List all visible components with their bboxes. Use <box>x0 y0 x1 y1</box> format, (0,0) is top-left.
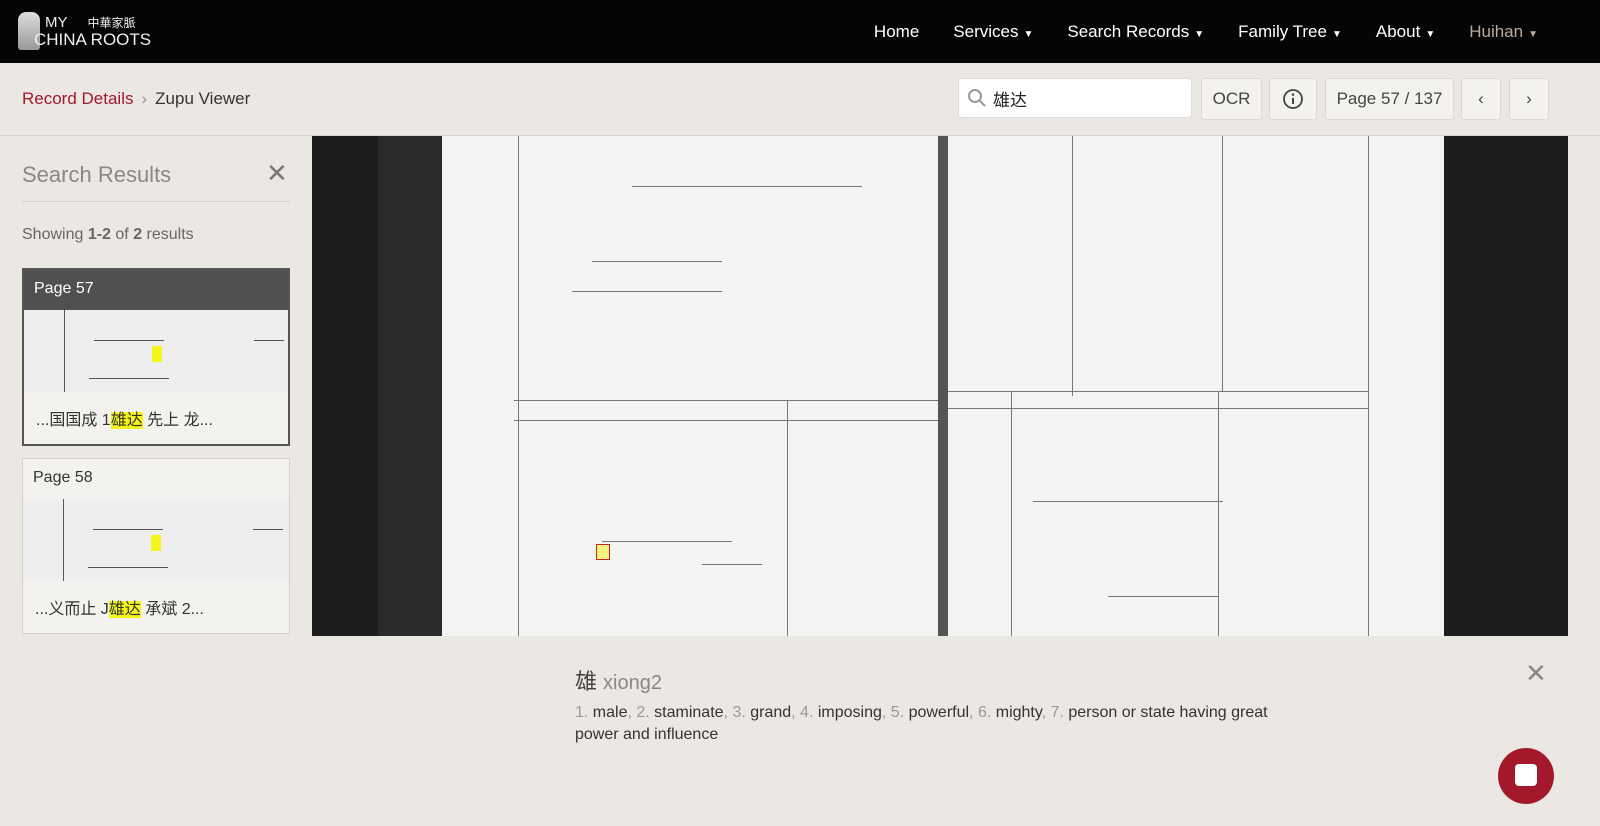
scan-page-left <box>442 136 938 636</box>
chevron-left-icon: ‹ <box>1478 89 1484 108</box>
nav-item[interactable]: Home <box>874 22 919 42</box>
breadcrumb-record-details[interactable]: Record Details <box>22 89 134 108</box>
panel-title: Search Results <box>22 162 172 187</box>
result-page-label: Page 58 <box>33 469 93 486</box>
info-circle-icon <box>1283 89 1303 109</box>
caret-down-icon: ▼ <box>1023 28 1034 40</box>
info-button[interactable] <box>1269 78 1317 120</box>
zupu-page-viewer[interactable] <box>312 136 1568 636</box>
chat-icon <box>1515 764 1537 786</box>
toolbar: Record Details › Zupu Viewer 雄达 OCR Page 5… <box>0 63 1600 136</box>
meaning-item: 4. imposing, <box>800 704 891 721</box>
result-snippet: ...国国成 1雄达 先上 龙... <box>36 412 213 429</box>
scan-edge <box>378 136 442 636</box>
logo-text-zh: 中華家脈 <box>87 16 136 30</box>
chat-button[interactable] <box>1498 748 1554 804</box>
page-indicator[interactable]: Page 57 / 137 <box>1325 78 1454 120</box>
search-icon <box>968 89 986 107</box>
close-panel-icon[interactable]: ✕ <box>266 158 288 189</box>
search-value: 雄达 <box>993 90 1027 110</box>
search-result-card[interactable]: Page 58 ...义而止 J雄达 承斌 2... <box>22 458 290 634</box>
search-match-highlight[interactable] <box>596 544 610 560</box>
meaning-item: 5. powerful, <box>890 704 978 721</box>
nav-item[interactable]: Huihan ▼ <box>1469 22 1538 42</box>
nav-item[interactable]: Search Records ▼ <box>1067 22 1204 42</box>
caret-down-icon: ▼ <box>1331 28 1342 40</box>
logo-text-2: CHINA ROOTS <box>34 30 152 49</box>
prev-page-button[interactable]: ‹ <box>1461 78 1501 120</box>
pinyin: xiong2 <box>603 672 662 694</box>
next-page-button[interactable]: › <box>1509 78 1549 120</box>
nav-item[interactable]: Services ▼ <box>953 22 1033 42</box>
result-thumbnail <box>24 310 288 392</box>
caret-down-icon: ▼ <box>1194 28 1205 40</box>
result-snippet: ...义而止 J雄达 承斌 2... <box>35 601 204 618</box>
caret-down-icon: ▼ <box>1528 28 1538 40</box>
definition-meanings: 1. male, 2. staminate, 3. grand, 4. impo… <box>575 702 1295 746</box>
results-count: Showing 1-2 of 2 results <box>22 226 194 243</box>
meaning-item: 1. male, <box>575 704 637 721</box>
breadcrumb: Record Details › Zupu Viewer <box>22 89 250 109</box>
divider <box>22 201 290 202</box>
definition-word: 雄 xiong2 <box>575 669 662 694</box>
scrollbar[interactable] <box>1568 136 1600 636</box>
logo-text: MY <box>45 14 68 31</box>
result-thumbnail <box>23 499 289 581</box>
result-page-label: Page 57 <box>24 270 288 310</box>
close-definition-icon[interactable]: ✕ <box>1525 658 1547 689</box>
top-navbar: MY 中華家脈 CHINA ROOTS Home Services ▼ Search R… <box>0 0 1600 63</box>
nav-item[interactable]: Family Tree ▼ <box>1238 22 1342 42</box>
meaning-item: 2. staminate, <box>636 704 733 721</box>
search-results-panel: Search Results ✕ Showing 1-2 of 2 result… <box>0 136 312 826</box>
search-input[interactable]: 雄达 <box>958 78 1192 118</box>
breadcrumb-current: Zupu Viewer <box>155 89 251 108</box>
meaning-item: 6. mighty, <box>977 704 1051 721</box>
ocr-button[interactable]: OCR <box>1201 78 1262 120</box>
nav-item[interactable]: About ▼ <box>1376 22 1435 42</box>
breadcrumb-separator-icon: › <box>141 89 148 108</box>
meaning-item: 3. grand, <box>732 704 801 721</box>
caret-down-icon: ▼ <box>1425 28 1436 40</box>
chevron-right-icon: › <box>1526 89 1532 108</box>
book-spine <box>938 136 948 636</box>
definition-panel: 雄 xiong2 1. male, 2. staminate, 3. grand,… <box>312 636 1600 826</box>
search-result-card[interactable]: Page 57 ...国国成 1雄达 先上 龙... <box>22 268 290 446</box>
scan-page-right <box>948 136 1444 636</box>
